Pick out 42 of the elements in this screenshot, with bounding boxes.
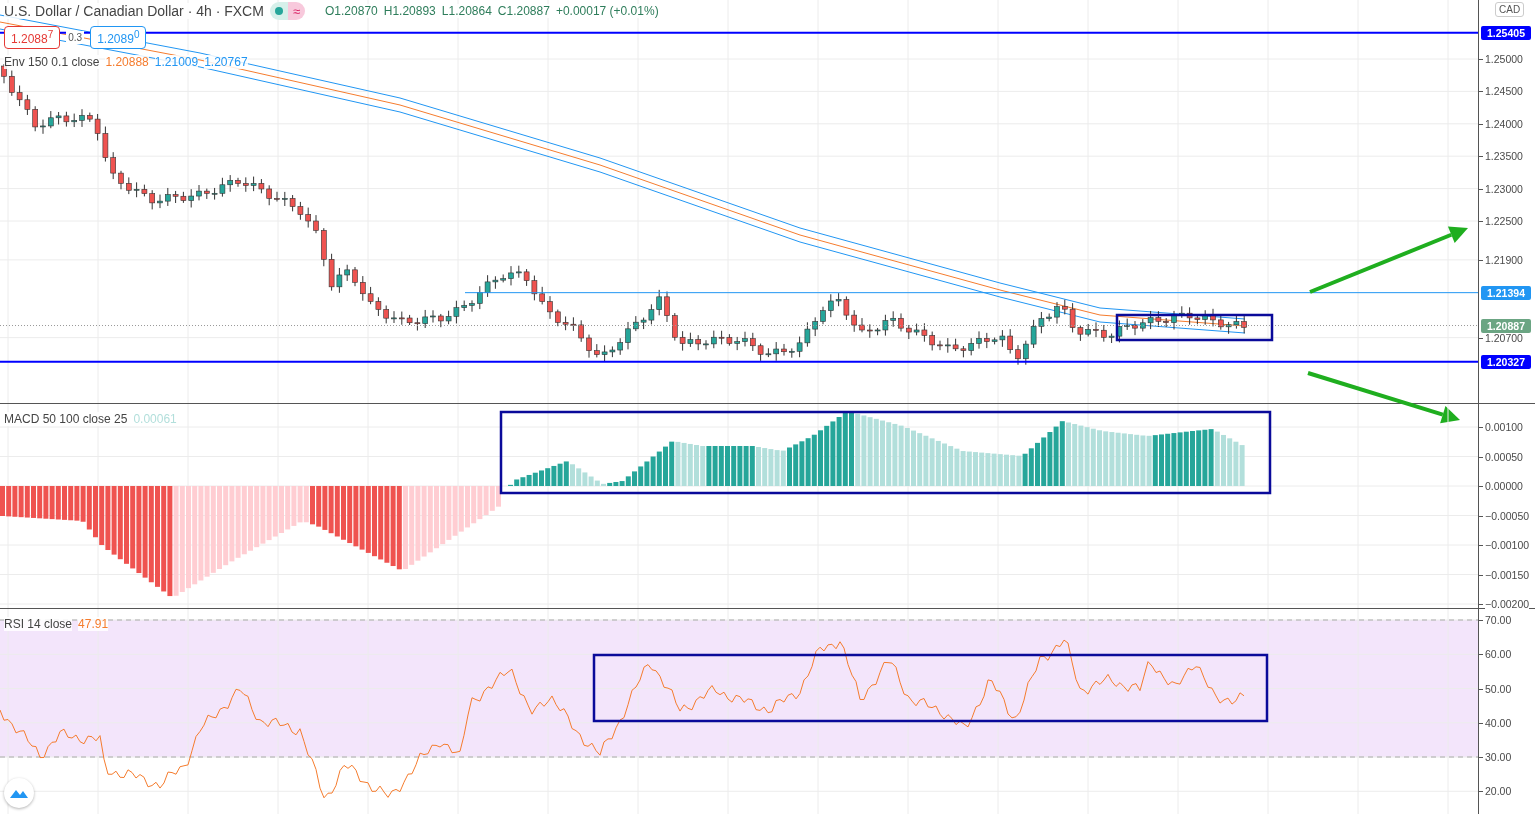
- indicator-legend: Env 150 0.1 close: [4, 55, 100, 69]
- currency-label[interactable]: CAD: [1495, 2, 1525, 17]
- ohlc-value: C1.20887: [497, 4, 550, 18]
- axis-tick-label: 0.00100: [1485, 421, 1523, 433]
- ohlc-value: L1.20864: [441, 4, 492, 18]
- axis-tick-label: 1.24000: [1485, 118, 1523, 130]
- axis-tick-label: −0.00050: [1485, 510, 1530, 521]
- ohlc-value: H1.20893: [383, 4, 436, 18]
- axis-tick-label: 40.00: [1485, 717, 1512, 729]
- price-marker: 1.25405: [1481, 25, 1531, 40]
- price-marker: 1.21394: [1481, 285, 1531, 300]
- axis-tick-label: 1.23500: [1485, 150, 1523, 162]
- indicator-value: 47.91: [78, 617, 109, 631]
- indicator-legend: MACD 50 100 close 25: [4, 412, 128, 426]
- price-marker: 1.20327: [1481, 354, 1531, 369]
- axis-tick-label: 0.00000: [1485, 480, 1523, 492]
- axis-tick-label: 1.22500: [1485, 215, 1523, 227]
- axis-tick-label: 70.00: [1485, 614, 1512, 626]
- indicator-value: 1.20888: [105, 55, 149, 69]
- axis-tick-label: 1.25000: [1485, 53, 1523, 65]
- symbol-title: U.S. Dollar / Canadian Dollar · 4h · FXCM: [4, 3, 264, 19]
- axis-tick-label: 0.00050: [1485, 451, 1523, 462]
- sell-button[interactable]: 1.2088$^{7}$: [4, 26, 61, 49]
- axis-tick-label: −0.00200: [1485, 598, 1530, 610]
- indicator-value: 1.20767: [204, 55, 248, 69]
- buy-button[interactable]: 1.2089$^{0}$: [90, 26, 147, 49]
- axis-tick-label: 50.00: [1485, 683, 1512, 694]
- indicator-value: 1.21009: [154, 55, 199, 69]
- axis-tick-label: 1.23000: [1485, 183, 1523, 195]
- axis-tick-label: −0.00150: [1485, 569, 1530, 580]
- axis-tick-label: 20.00: [1485, 785, 1512, 797]
- axis-tick-label: −0.00100: [1485, 539, 1530, 551]
- axis-tick-label: 60.00: [1485, 648, 1512, 660]
- indicator-legend: RSI 14 close: [4, 617, 73, 631]
- axis-tick-label: 30.00: [1485, 751, 1512, 763]
- axis-tick-label: 1.24500: [1485, 85, 1523, 97]
- spread-value: 0.3: [66, 31, 85, 44]
- axis-tick-label: 1.21900: [1485, 254, 1523, 266]
- indicator-value: 0.00061: [133, 412, 177, 426]
- ohlc-value: O1.20870: [325, 4, 378, 18]
- price-marker: 1.20887: [1481, 318, 1531, 333]
- ohlc-value: +0.00017 (+0.01%): [555, 4, 659, 18]
